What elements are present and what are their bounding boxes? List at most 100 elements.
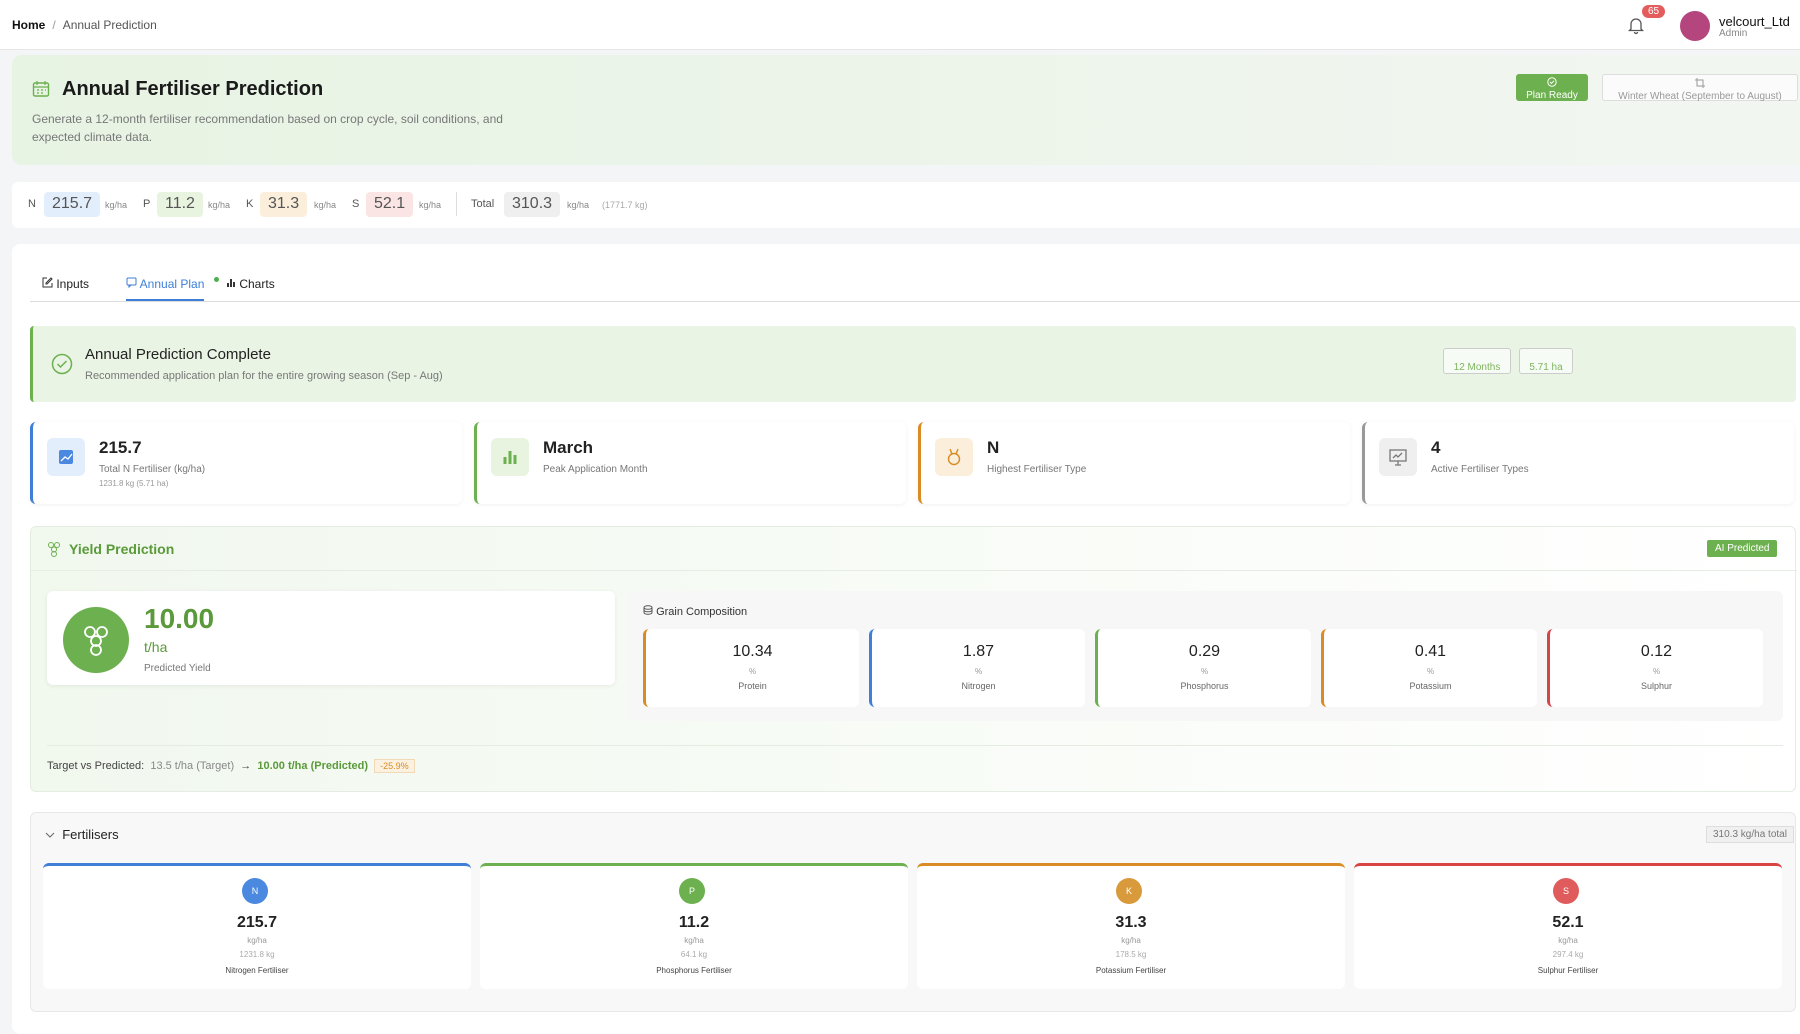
grain-value: 0.29 [1188, 643, 1221, 660]
fertiliser-kg: 1231.8 kg [239, 950, 275, 959]
presentation-icon [1379, 438, 1417, 476]
main-panel: Inputs Annual Plan Charts Annual Predict… [12, 244, 1800, 1034]
fertiliser-unit: kg/ha [247, 936, 267, 945]
n-value: 215.7 [44, 192, 101, 217]
fertiliser-unit: kg/ha [1121, 936, 1141, 945]
bar-chart-icon [491, 438, 529, 476]
tab-inputs[interactable]: Inputs [42, 277, 89, 291]
difference-badge: -25.9% [374, 759, 415, 773]
grain-value: 0.12 [1640, 643, 1673, 660]
grain-nitrogen: 1.87% Nitrogen [869, 629, 1085, 707]
s-unit: kg/ha [419, 200, 442, 210]
fertiliser-kg: 178.5 kg [1115, 950, 1147, 959]
fertiliser-name: Nitrogen Fertiliser [225, 966, 289, 975]
fertilisers-total-badge: 310.3 kg/ha total [1706, 826, 1794, 843]
banner-title: Annual Prediction Complete [85, 346, 271, 363]
fertiliser-symbol: K [1116, 878, 1142, 904]
grape-icon [63, 607, 129, 673]
fertiliser-value: 52.1 [1552, 914, 1584, 931]
fertiliser-kg: 64.1 kg [680, 950, 708, 959]
grain-value: 10.34 [732, 643, 773, 660]
banner-subtitle: Recommended application plan for the ent… [85, 370, 443, 382]
grain-label: Sulphur [1640, 681, 1673, 691]
p-value: 11.2 [157, 192, 203, 217]
user-role: Admin [1719, 28, 1748, 39]
fertiliser-name: Phosphorus Fertiliser [656, 966, 732, 975]
kpi-label: Total N Fertiliser (kg/ha) [99, 464, 206, 475]
avatar[interactable] [1680, 11, 1710, 41]
total-label: Total [471, 198, 495, 210]
kpi-active-types: 4 Active Fertiliser Types [1362, 422, 1794, 504]
edit-icon [42, 277, 53, 288]
grain-unit: % [1200, 667, 1209, 676]
fertiliser-symbol: N [242, 878, 268, 904]
fertilisers-title: Fertilisers [62, 827, 119, 842]
check-circle-icon [51, 353, 73, 375]
tab-charts[interactable]: Charts [226, 277, 275, 291]
tab-bar: Inputs Annual Plan Charts [30, 272, 1800, 302]
page-title: Annual Fertiliser Prediction [62, 78, 324, 100]
grain-title-label: Grain Composition [656, 606, 748, 618]
medal-icon [935, 438, 973, 476]
fertiliser-value: 31.3 [1115, 914, 1147, 931]
fertiliser-name: Potassium Fertiliser [1095, 966, 1167, 975]
breadcrumb-home[interactable]: Home [12, 18, 45, 32]
crop-icon [1695, 78, 1705, 88]
grain-potassium: 0.41% Potassium [1321, 629, 1537, 707]
fertiliser-kg: 297.4 kg [1552, 950, 1584, 959]
prediction-complete-banner: Annual Prediction Complete Recommended a… [30, 326, 1796, 402]
p-label: P [143, 198, 151, 210]
breadcrumb-current: Annual Prediction [62, 18, 157, 32]
grain-unit: % [748, 667, 757, 676]
kpi-label: Peak Application Month [543, 464, 648, 475]
kpi-peak-month: March Peak Application Month [474, 422, 906, 504]
tab-annual-plan-label: Annual Plan [139, 277, 205, 291]
n-unit: kg/ha [105, 200, 128, 210]
bar-chart-icon [227, 279, 235, 287]
grain-value: 0.41 [1414, 643, 1447, 660]
calendar-icon [32, 81, 50, 97]
plan-ready-button[interactable]: Plan Ready [1516, 74, 1588, 101]
grain-unit: % [1426, 667, 1435, 676]
target-label: Target vs Predicted: [47, 760, 145, 772]
grain-value: 1.87 [962, 643, 995, 660]
total-unit: kg/ha [567, 200, 590, 210]
ai-predicted-badge: AI Predicted [1707, 540, 1778, 557]
tab-annual-plan[interactable]: Annual Plan [126, 277, 219, 301]
kpi-value: 4 [1431, 438, 1441, 457]
fertiliser-name: Sulphur Fertiliser [1537, 966, 1599, 975]
fertiliser-unit: kg/ha [684, 936, 704, 945]
chevron-down-icon[interactable] [45, 831, 55, 839]
fertiliser-symbol: S [1553, 878, 1579, 904]
grain-label: Nitrogen [961, 681, 996, 691]
database-icon [643, 605, 653, 615]
grain-label: Phosphorus [1180, 681, 1229, 691]
grain-label: Protein [738, 681, 767, 691]
active-dot [214, 277, 219, 282]
breadcrumb-separator: / [52, 18, 56, 32]
fertilisers-panel: Fertilisers 310.3 kg/ha total N 215.7 kg/h… [30, 812, 1796, 1012]
yield-header: Yield Prediction AI Predicted [31, 527, 1797, 571]
yield-prediction-panel: Yield Prediction AI Predicted 10.00 t/ha… [30, 526, 1797, 792]
fertiliser-card-p: P 11.2 kg/ha 64.1 kg Phosphorus Fertiliser [480, 863, 908, 989]
tab-inputs-label: Inputs [56, 277, 90, 291]
kpi-value: 215.7 [99, 438, 142, 457]
page-description: Generate a 12-month fertiliser recommend… [32, 112, 503, 144]
grain-phosphorus: 0.29% Phosphorus [1095, 629, 1311, 707]
grain-protein: 10.34% Protein [643, 629, 859, 707]
tab-charts-label: Charts [239, 277, 275, 291]
kpi-value: March [543, 438, 594, 457]
fertilisers-header[interactable]: Fertilisers [45, 827, 119, 842]
predicted-value: 10.00 t/ha (Predicted) [257, 760, 369, 772]
kpi-label: Active Fertiliser Types [1431, 464, 1529, 475]
kpi-highest-type: N Highest Fertiliser Type [918, 422, 1350, 504]
grain-label: Potassium [1409, 681, 1452, 691]
yield-label: Predicted Yield [144, 663, 211, 674]
grain-title: Grain Composition [643, 605, 747, 618]
fertiliser-symbol: P [679, 878, 705, 904]
crop-button[interactable]: Winter Wheat (September to August) [1602, 74, 1798, 102]
kpi-sub: 1231.8 kg (5.71 ha) [99, 479, 169, 488]
total-kg: (1771.7 kg) [602, 200, 648, 210]
bell-icon[interactable] [1626, 15, 1646, 35]
area-label: 5.71 ha [1529, 362, 1563, 373]
